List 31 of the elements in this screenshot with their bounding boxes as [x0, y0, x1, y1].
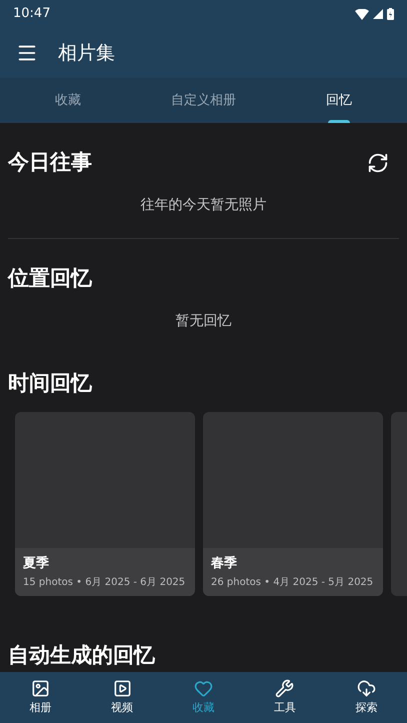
empty-message: 暂无回忆 — [176, 312, 232, 331]
card-subtitle: 26 photos • 4月 2025 - 5月 2025 — [211, 576, 374, 590]
empty-message: 往年的今天暂无照片 — [140, 196, 266, 215]
tab[interactable]: 自定义相册 — [136, 78, 272, 123]
card-subtitle: 15 photos • 6月 2025 - 6月 2025 — [23, 576, 186, 590]
signal-icon — [373, 9, 383, 19]
section-title: 今日往事 — [8, 149, 92, 176]
nav-item[interactable]: 相册 — [0, 672, 82, 723]
memory-card[interactable]: 夏季 15 photos • 6月 2025 - 6月 2025 — [15, 412, 195, 596]
nav-item[interactable]: 收藏 — [162, 672, 244, 723]
refresh-icon[interactable] — [367, 152, 389, 174]
battery-icon — [387, 8, 394, 20]
wifi-icon — [355, 8, 369, 20]
card-title: 春季 — [211, 554, 238, 572]
memory-card[interactable]: 春季 26 photos • 4月 2025 - 5月 2025 — [203, 412, 383, 596]
card-title: 夏季 — [23, 554, 50, 572]
heart-icon — [194, 678, 214, 698]
cloud-download-icon — [356, 678, 376, 698]
nav-item[interactable]: 视频 — [81, 672, 163, 723]
section-title: 时间回忆 — [8, 370, 92, 398]
nav-item[interactable]: 工具 — [244, 672, 326, 723]
status-time: 10:47 — [13, 5, 50, 24]
picture-icon — [31, 678, 50, 698]
section-title: 自动生成的回忆 — [8, 642, 155, 670]
play-icon — [112, 678, 132, 698]
tab[interactable]: 收藏 — [0, 78, 136, 123]
tab[interactable]: 回忆 — [271, 78, 407, 123]
wrench-icon — [275, 678, 294, 698]
section-title: 位置回忆 — [8, 265, 92, 292]
nav-item[interactable]: 探索 — [326, 672, 407, 723]
app-title: 相片集 — [58, 40, 115, 66]
